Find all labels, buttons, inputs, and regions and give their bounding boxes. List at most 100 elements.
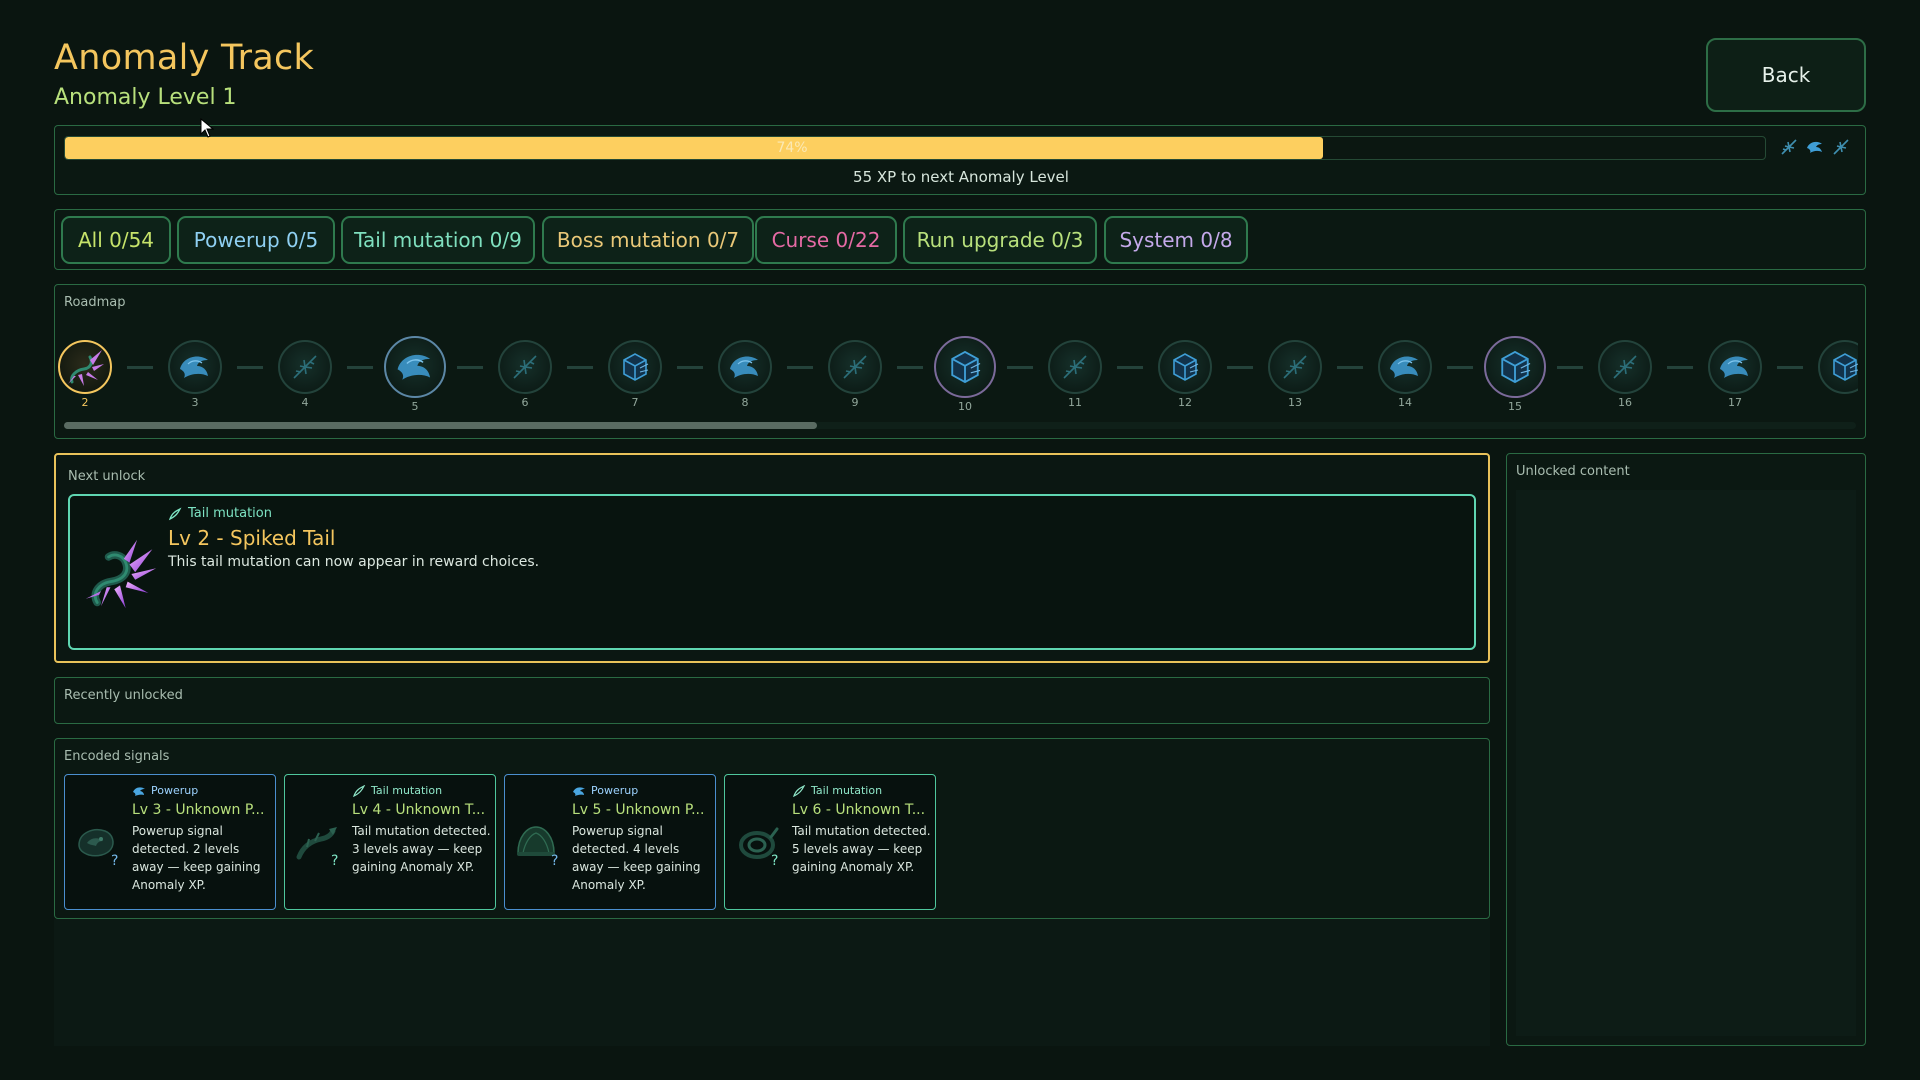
page-title: Anomaly Track [54, 38, 315, 78]
signal-title: Lv 5 - Unknown P... [572, 802, 705, 818]
anomaly-level: Anomaly Level 1 [54, 85, 237, 110]
roadmap-node-16[interactable] [1598, 340, 1652, 394]
roadmap-connector [127, 366, 153, 369]
spikes-icon [1781, 139, 1797, 155]
unknown-marker: ? [331, 853, 339, 869]
progress-panel: 74% 55 XP to next Anomaly Level [54, 125, 1866, 195]
roadmap-node-7[interactable] [608, 340, 662, 394]
next-unlock-label: Next unlock [68, 469, 146, 484]
unlocked-content-panel: Unlocked content [1506, 453, 1866, 1046]
mouse-cursor-icon [200, 118, 214, 138]
roadmap-node-14[interactable] [1378, 340, 1432, 394]
signal-category: Powerup [591, 784, 639, 797]
encoded-signals-panel: Encoded signals Powerup Lv 3 - Unknown P… [54, 738, 1490, 919]
empty-area [54, 919, 1490, 1046]
signal-title: Lv 4 - Unknown T... [352, 802, 486, 818]
tail-mutation-icon [353, 785, 366, 797]
next-unlock-category: Tail mutation [188, 506, 272, 521]
signal-description: Tail mutation detected. 5 levels away — … [792, 824, 931, 874]
unlocked-content-list[interactable] [1516, 490, 1856, 1036]
roadmap-level-label: 16 [1618, 396, 1632, 409]
roadmap-node-4[interactable] [278, 340, 332, 394]
roadmap-level-label: 17 [1728, 396, 1742, 409]
roadmap-node-next[interactable] [1818, 340, 1858, 394]
roadmap-node-5[interactable] [384, 336, 446, 398]
roadmap-scrollbar[interactable] [64, 422, 1856, 429]
encoded-signals-label: Encoded signals [64, 749, 170, 764]
roadmap-node-2[interactable] [58, 340, 112, 394]
roadmap-level-label: 7 [631, 396, 639, 409]
roadmap-connector [237, 366, 263, 369]
back-button[interactable]: Back [1706, 38, 1866, 112]
roadmap-track[interactable]: 2 3 4 5 6 7 8 9 10 11 12 13 14 15 16 17 [55, 315, 1858, 415]
roadmap-connector [567, 366, 593, 369]
signal-description: Tail mutation detected. 3 levels away — … [352, 824, 491, 874]
tab-tail-mutation[interactable]: Tail mutation 0/9 [341, 216, 535, 264]
signal-title: Lv 6 - Unknown T... [792, 802, 926, 818]
tail-mutation-icon [168, 507, 182, 521]
roadmap-connector [1557, 366, 1583, 369]
roadmap-level-label: 2 [81, 396, 89, 409]
roadmap-level-label: 15 [1508, 400, 1522, 413]
powerup-icon [133, 787, 145, 796]
recently-unlocked-panel: Recently unlocked [54, 677, 1490, 724]
next-unlock-card[interactable]: Tail mutation Lv 2 - Spiked Tail This ta… [68, 494, 1476, 650]
tab-all[interactable]: All 0/54 [61, 216, 171, 264]
next-unlock-title: Lv 2 - Spiked Tail [168, 526, 336, 550]
roadmap-connector [1337, 366, 1363, 369]
roadmap-node-8[interactable] [718, 340, 772, 394]
signal-card[interactable]: Powerup Lv 5 - Unknown P... Powerup sign… [504, 774, 716, 910]
signal-description: Powerup signal detected. 4 levels away —… [572, 824, 701, 892]
roadmap-node-17[interactable] [1708, 340, 1762, 394]
signal-card[interactable]: Tail mutation Lv 6 - Unknown T... Tail m… [724, 774, 936, 910]
roadmap-connector [1447, 366, 1473, 369]
signal-card[interactable]: Tail mutation Lv 4 - Unknown T... Tail m… [284, 774, 496, 910]
unlocked-content-label: Unlocked content [1516, 464, 1630, 479]
roadmap-node-6[interactable] [498, 340, 552, 394]
roadmap-node-10[interactable] [934, 336, 996, 398]
roadmap-label: Roadmap [64, 295, 126, 310]
roadmap-node-11[interactable] [1048, 340, 1102, 394]
signal-card[interactable]: Powerup Lv 3 - Unknown P... Powerup sign… [64, 774, 276, 910]
next-unlock-description: This tail mutation can now appear in rew… [168, 554, 540, 570]
roadmap-level-label: 8 [741, 396, 749, 409]
roadmap-level-label: 10 [958, 400, 972, 413]
next-unlock-panel: Next unlock Tail mutation Lv 2 - Spiked … [54, 453, 1490, 663]
recently-unlocked-label: Recently unlocked [64, 688, 183, 703]
roadmap-node-15[interactable] [1484, 336, 1546, 398]
tab-boss-mutation[interactable]: Boss mutation 0/7 [542, 216, 754, 264]
xp-to-next-level: 55 XP to next Anomaly Level [853, 168, 1069, 186]
roadmap-connector [457, 366, 483, 369]
signal-category: Tail mutation [811, 784, 883, 797]
roadmap-level-label: 6 [521, 396, 529, 409]
xp-progress-bar: 74% [64, 136, 1766, 160]
roadmap-connector [1117, 366, 1143, 369]
signal-description: Powerup signal detected. 2 levels away —… [132, 824, 261, 892]
roadmap-node-9[interactable] [828, 340, 882, 394]
roadmap-connector [787, 366, 813, 369]
tab-run-upgrade[interactable]: Run upgrade 0/3 [903, 216, 1097, 264]
unknown-marker: ? [771, 853, 779, 869]
roadmap-level-label: 5 [411, 400, 419, 413]
roadmap-scroll-thumb[interactable] [64, 422, 817, 429]
unknown-marker: ? [551, 853, 559, 869]
signal-category: Tail mutation [371, 784, 443, 797]
roadmap-level-label: 13 [1288, 396, 1302, 409]
roadmap-node-13[interactable] [1268, 340, 1322, 394]
roadmap-connector [1227, 366, 1253, 369]
xp-progress-percent: 74% [776, 140, 808, 156]
tab-powerup[interactable]: Powerup 0/5 [177, 216, 335, 264]
powerup-icon [573, 787, 585, 796]
roadmap-level-label: 14 [1398, 396, 1412, 409]
roadmap-node-3[interactable] [168, 340, 222, 394]
category-filter-bar: All 0/54 Powerup 0/5 Tail mutation 0/9 B… [54, 209, 1866, 270]
roadmap-level-label: 9 [851, 396, 859, 409]
roadmap-connector [897, 366, 923, 369]
spiked-tail-icon [85, 539, 157, 609]
unknown-marker: ? [111, 853, 119, 869]
roadmap-node-12[interactable] [1158, 340, 1212, 394]
roadmap-level-label: 12 [1178, 396, 1192, 409]
roadmap-level-label: 4 [301, 396, 309, 409]
tab-curse[interactable]: Curse 0/22 [755, 216, 897, 264]
tab-system[interactable]: System 0/8 [1104, 216, 1248, 264]
